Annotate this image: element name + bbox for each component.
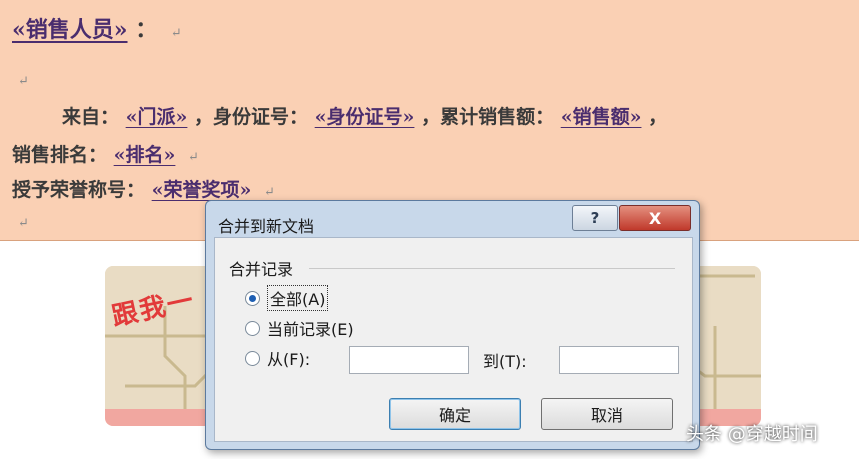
dialog-titlebar[interactable]: 合并到新文档 ? X bbox=[206, 201, 699, 237]
label-rank: 销售排名： bbox=[12, 144, 108, 166]
help-button[interactable]: ? bbox=[572, 205, 618, 231]
merge-line-award: 授予荣誉称号： «荣誉奖项» ↵ bbox=[12, 175, 275, 202]
radio-all-label: 全部(A) bbox=[267, 285, 329, 311]
close-icon: X bbox=[648, 208, 662, 228]
close-button[interactable]: X bbox=[619, 205, 691, 231]
paragraph-mark-icon: ↵ bbox=[170, 26, 182, 41]
cancel-button[interactable]: 取消 bbox=[541, 398, 673, 430]
radio-from-label: 从(F): bbox=[267, 350, 311, 369]
radio-from-range[interactable]: 从(F): bbox=[245, 346, 310, 370]
paragraph-mark-icon: ↵ bbox=[18, 216, 29, 231]
merge-to-new-document-dialog: 合并到新文档 ? X 合并记录 全部(A) 当前记录(E) 从(F): 到(T)… bbox=[205, 200, 700, 450]
merge-field-award[interactable]: «荣誉奖项» bbox=[152, 179, 252, 201]
merge-field-rank[interactable]: «排名» bbox=[114, 144, 176, 166]
trailing-comma: ， bbox=[648, 106, 668, 128]
dialog-title: 合并到新文档 bbox=[218, 217, 315, 236]
label-award: 授予荣誉称号： bbox=[12, 179, 146, 201]
radio-current-label: 当前记录(E) bbox=[267, 320, 354, 339]
merge-field-id[interactable]: «身份证号» bbox=[315, 106, 415, 128]
radio-button[interactable] bbox=[245, 320, 260, 336]
from-input[interactable] bbox=[349, 346, 469, 374]
label-id: ，身份证号： bbox=[194, 106, 309, 128]
radio-button[interactable] bbox=[245, 350, 260, 366]
radio-all-records[interactable]: 全部(A) bbox=[245, 285, 329, 311]
radio-button-checked[interactable] bbox=[245, 290, 260, 306]
to-label: 到(T): bbox=[483, 352, 527, 371]
merge-field-sect[interactable]: «门派» bbox=[126, 106, 188, 128]
merge-line-rank: 销售排名： «排名» ↵ bbox=[12, 140, 199, 167]
to-input[interactable] bbox=[559, 346, 679, 374]
dialog-body: 合并记录 全部(A) 当前记录(E) 从(F): 到(T): 确定 取消 bbox=[214, 237, 693, 442]
paragraph-mark-icon: ↵ bbox=[188, 150, 199, 165]
empty-line: ↵ bbox=[12, 68, 29, 90]
merge-line-salesperson: «销售人员» ： ↵ bbox=[12, 12, 182, 44]
merge-field-salesperson[interactable]: «销售人员» bbox=[12, 17, 128, 43]
label-from: 来自： bbox=[62, 106, 120, 128]
merge-line-details: 来自： «门派» ，身份证号： «身份证号» ，累计销售额： «销售额» ， bbox=[62, 102, 667, 129]
paragraph-mark-icon: ↵ bbox=[18, 74, 29, 89]
group-divider bbox=[309, 268, 675, 269]
colon-text: ： bbox=[135, 17, 158, 43]
ok-button[interactable]: 确定 bbox=[389, 398, 521, 430]
merge-field-sales[interactable]: «销售额» bbox=[561, 106, 642, 128]
paragraph-mark-icon: ↵ bbox=[264, 185, 275, 200]
empty-line: ↵ bbox=[12, 210, 29, 232]
label-sales: ，累计销售额： bbox=[421, 106, 555, 128]
radio-current-record[interactable]: 当前记录(E) bbox=[245, 316, 354, 340]
watermark-text: 头条 @穿越时间 bbox=[686, 424, 818, 445]
merge-records-group-label: 合并记录 bbox=[229, 260, 294, 279]
help-icon: ? bbox=[590, 209, 600, 227]
